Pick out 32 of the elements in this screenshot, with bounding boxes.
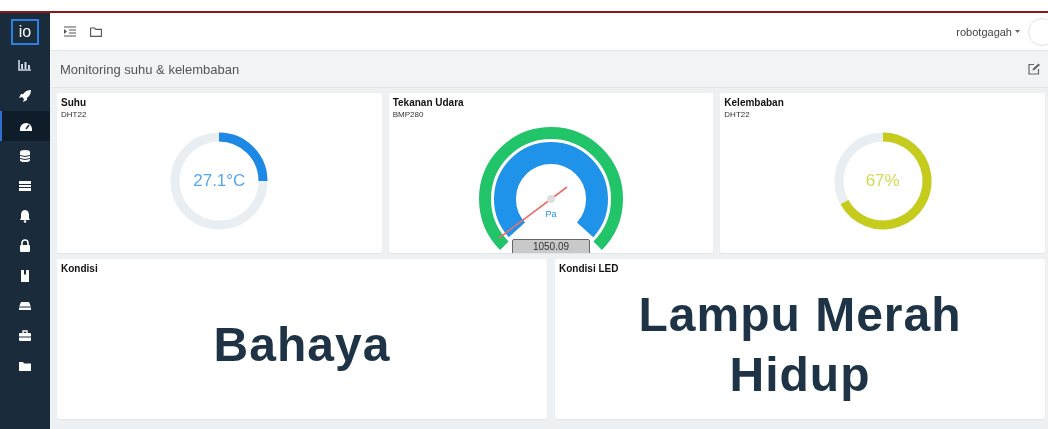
- briefcase-icon: [18, 329, 32, 343]
- unit-label: Pa: [544, 209, 558, 219]
- value-readout: 1050.09: [512, 239, 590, 253]
- database-icon: [18, 149, 32, 163]
- sidebar-item[interactable]: [0, 111, 50, 141]
- logo[interactable]: io: [11, 19, 39, 45]
- folder-icon: [18, 359, 32, 373]
- status-text: Bahaya: [212, 316, 392, 373]
- widget-subtitle: BMP280: [392, 110, 425, 119]
- indent-icon[interactable]: [64, 26, 76, 37]
- gauge-value: 27.1°C: [192, 171, 247, 191]
- gauge-value: 67%: [864, 171, 901, 191]
- status-text: Lampu Merah Hidup: [637, 286, 963, 403]
- widget-title: Tekanan Udara: [392, 97, 465, 108]
- widget-subtitle: DHT22: [724, 110, 751, 119]
- table-icon: [18, 179, 32, 193]
- user-menu[interactable]: robotgagah: [956, 25, 1020, 38]
- rocket-icon: [18, 89, 32, 103]
- widget-title: Suhu: [61, 97, 87, 108]
- book-icon: [18, 269, 32, 283]
- caret-icon: [1015, 30, 1020, 33]
- widget-title: Kelembaban: [724, 97, 785, 108]
- folder-icon[interactable]: [90, 26, 102, 37]
- widget-title: Kondisi: [61, 263, 99, 274]
- widget-subtitle: DHT22: [61, 110, 88, 119]
- chart-icon: [18, 59, 32, 73]
- bell-icon: [18, 209, 32, 223]
- lock-icon: [18, 239, 32, 253]
- page-title: Monitoring suhu & kelembaban: [60, 61, 240, 77]
- edit-icon[interactable]: [1028, 63, 1040, 75]
- widget-title: Kondisi LED: [559, 263, 620, 274]
- drive-icon: [18, 299, 32, 313]
